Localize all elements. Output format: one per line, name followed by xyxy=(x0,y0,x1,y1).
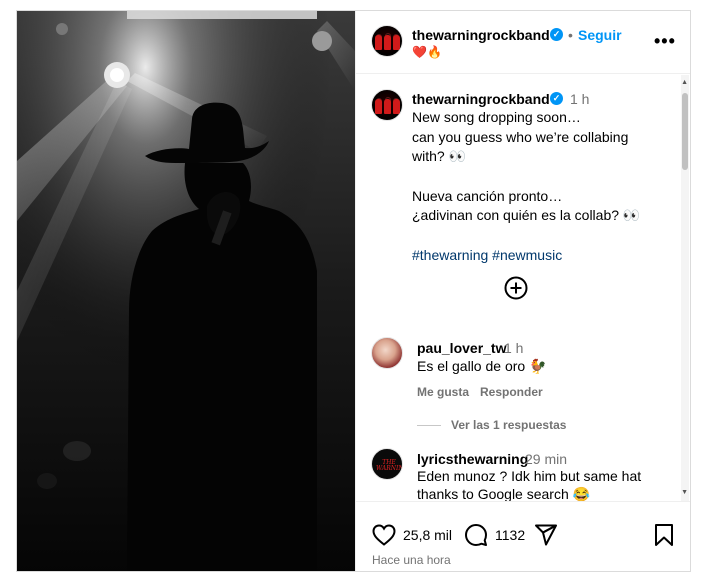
heart-icon[interactable] xyxy=(372,524,396,546)
post-photo[interactable] xyxy=(17,11,355,571)
hashtag-link[interactable]: #newmusic xyxy=(492,247,562,263)
hashtags: #thewarning #newmusic xyxy=(412,246,672,266)
comment-username[interactable]: pau_lover_tw xyxy=(417,340,506,356)
scroll-down-arrow-icon[interactable]: ▼ xyxy=(681,489,688,496)
author-username[interactable]: thewarningrockband xyxy=(412,27,550,43)
instagram-post-dialog: thewarningrockband ✓ • Seguir ❤️🔥 ••• th… xyxy=(16,10,691,572)
plus-circle-icon[interactable] xyxy=(504,276,528,300)
caption-line: New song dropping soon… xyxy=(412,109,581,125)
caption-author-avatar[interactable] xyxy=(371,89,403,121)
post-actions-bar: 25,8 mil 1132 Hace una hora xyxy=(356,501,690,571)
view-replies-button[interactable]: Ver las 1 respuestas xyxy=(451,418,566,432)
more-options-icon[interactable]: ••• xyxy=(654,31,676,52)
scroll-up-arrow-icon[interactable]: ▲ xyxy=(681,79,688,86)
comment-time[interactable]: 29 min xyxy=(525,451,567,467)
comment-username[interactable]: lyricsthewarning xyxy=(417,451,528,467)
bookmark-icon[interactable] xyxy=(654,523,674,547)
comment-text-line: Eden munoz ? Idk him but same hat xyxy=(417,468,642,484)
concert-photo xyxy=(17,11,355,571)
posted-time[interactable]: Hace una hora xyxy=(372,553,451,567)
verified-badge-icon: ✓ xyxy=(550,92,563,105)
paper-plane-icon[interactable] xyxy=(534,524,558,546)
verified-badge-icon: ✓ xyxy=(550,28,563,41)
post-side-panel: thewarningrockband ✓ • Seguir ❤️🔥 ••• th… xyxy=(355,11,690,571)
caption-line: ¿adivinan con quién es la collab? 👀 xyxy=(412,207,641,224)
comment-time[interactable]: 1 h xyxy=(504,340,523,356)
author-subtitle-emojis: ❤️🔥 xyxy=(412,45,442,59)
comment-bubble-icon[interactable] xyxy=(464,523,488,547)
comment-like-button[interactable]: Me gusta xyxy=(417,385,469,399)
post-header: thewarningrockband ✓ • Seguir ❤️🔥 ••• xyxy=(356,11,690,74)
caption-username[interactable]: thewarningrockband xyxy=(412,91,550,107)
comments-scroll-area[interactable]: thewarningrockband ✓ 1 h New song droppi… xyxy=(356,75,690,501)
caption-line: with? 👀 xyxy=(412,148,467,165)
commenter-avatar[interactable]: THE WARNING xyxy=(371,448,403,480)
comment-reply-button[interactable]: Responder xyxy=(480,385,543,399)
comment-text-line: thanks to Google search 😂 xyxy=(417,486,591,501)
commenter-avatar[interactable] xyxy=(371,337,403,369)
comments-count[interactable]: 1132 xyxy=(495,527,525,543)
caption-text: New song dropping soon… can you guess wh… xyxy=(412,108,672,266)
author-avatar[interactable] xyxy=(371,25,403,57)
separator-dot: • xyxy=(568,27,573,43)
hashtag-link[interactable]: #thewarning xyxy=(412,247,488,263)
comment-text: Es el gallo de oro 🐓 xyxy=(417,358,547,374)
likes-count[interactable]: 25,8 mil xyxy=(403,527,452,543)
scrollbar-thumb[interactable] xyxy=(682,93,688,170)
caption-line: can you guess who we’re collabing xyxy=(412,128,629,145)
caption-line: Nueva canción pronto… xyxy=(412,187,563,204)
follow-button[interactable]: Seguir xyxy=(578,27,622,43)
caption-time[interactable]: 1 h xyxy=(570,91,589,107)
replies-divider xyxy=(417,425,441,426)
